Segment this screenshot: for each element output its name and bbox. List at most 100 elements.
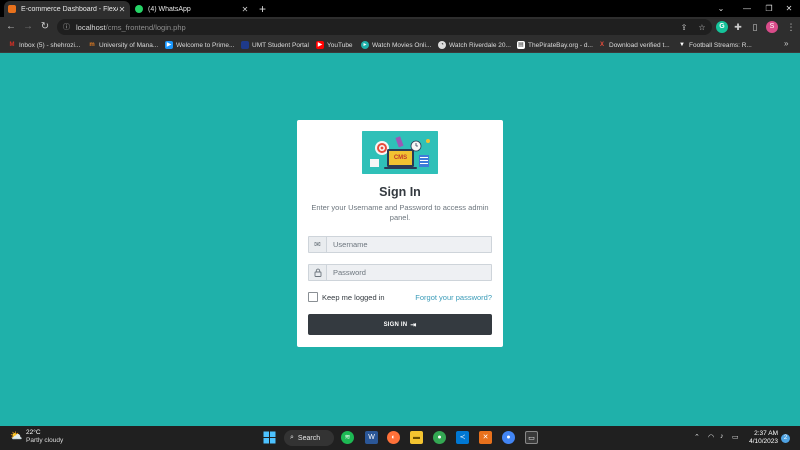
bookmark-university[interactable]: m University of Mana... xyxy=(88,39,158,51)
clock-date: 4/10/2023 xyxy=(749,438,778,445)
bookmark-watch-movies[interactable]: ▸ Watch Movies Onli... xyxy=(361,39,431,51)
whatsapp-icon xyxy=(135,5,143,13)
logo-text: CMS xyxy=(393,155,408,161)
partly-cloudy-icon: ⛅ xyxy=(10,431,23,442)
bookmark-football-streams[interactable]: ▼ Football Streams: R... xyxy=(678,39,752,51)
bookmark-youtube[interactable]: ▶ YouTube xyxy=(316,39,353,51)
forgot-password-link[interactable]: Forgot your password? xyxy=(415,293,492,302)
football-icon: ▼ xyxy=(679,42,685,48)
weather-desc: Partly cloudy xyxy=(26,437,64,444)
bookmark-piratebay[interactable]: ▤ ThePirateBay.org - d... xyxy=(517,39,593,51)
new-tab-button[interactable]: + xyxy=(259,1,266,17)
clock-time: 2:37 AM xyxy=(754,430,778,437)
tab-ecommerce-dashboard[interactable]: E-commerce Dashboard - FlexAd ✕ xyxy=(4,1,130,17)
tab-title: (4) WhatsApp xyxy=(148,5,191,13)
tab-favicon-icon xyxy=(8,5,16,13)
gmail-icon: M xyxy=(9,42,15,48)
remember-me[interactable]: Keep me logged in xyxy=(308,292,385,302)
bookmark-umt[interactable]: UMT Student Portal xyxy=(241,39,309,51)
bookmark-label: Download verified t... xyxy=(609,41,670,49)
riverdale-icon: ◔ xyxy=(438,41,446,49)
tab-title: E-commerce Dashboard - FlexAd xyxy=(21,5,118,13)
forward-arrow-icon[interactable]: → xyxy=(21,20,35,34)
password-field xyxy=(308,264,492,281)
side-panel-icon[interactable]: ▯ xyxy=(748,20,762,34)
weather-widget[interactable]: ⛅ 22°C Partly cloudy xyxy=(10,429,63,445)
download-icon: X xyxy=(599,42,604,48)
chrome-icon[interactable]: ● xyxy=(433,431,446,444)
firefox-icon[interactable]: ◐ xyxy=(387,431,400,444)
search-icon: ⌕ xyxy=(290,434,294,441)
lock-icon xyxy=(309,265,327,280)
browser-tab-strip: E-commerce Dashboard - FlexAd ✕ (4) What… xyxy=(0,0,800,17)
bookmark-gmail[interactable]: M Inbox (5) - shehrozi... xyxy=(8,39,81,51)
reload-icon[interactable]: ↻ xyxy=(38,20,52,34)
tab-close-icon[interactable]: ✕ xyxy=(241,5,249,14)
spotify-icon[interactable]: ≋ xyxy=(341,431,354,444)
bookmark-label: ThePirateBay.org - d... xyxy=(528,41,593,49)
prime-icon: ▶ xyxy=(165,41,173,49)
file-explorer-icon[interactable]: ▬ xyxy=(410,431,423,444)
notification-badge[interactable]: 2 xyxy=(781,434,790,443)
page-title: Sign In xyxy=(379,185,421,199)
vscode-icon[interactable]: ≺ xyxy=(456,431,469,444)
youtube-icon: ▶ xyxy=(316,41,324,49)
bookmark-download-verified[interactable]: X Download verified t... xyxy=(598,39,670,51)
password-input[interactable] xyxy=(327,265,491,280)
umt-icon xyxy=(241,41,249,49)
login-subtitle: Enter your Username and Password to acce… xyxy=(311,203,489,222)
piratebay-icon: ▤ xyxy=(517,41,525,49)
login-card: CMS Sign In Enter your Username and Pass… xyxy=(297,120,503,347)
terminal-icon[interactable]: ▭ xyxy=(525,431,538,444)
chevron-down-icon[interactable]: ⌄ xyxy=(708,0,734,17)
chevron-up-icon[interactable]: ⌃ xyxy=(694,433,700,441)
taskbar-search[interactable]: ⌕ Search xyxy=(284,430,334,446)
sign-in-button[interactable]: SIGN IN ⇥ xyxy=(308,314,492,335)
profile-avatar[interactable]: S xyxy=(766,21,778,33)
battery-icon[interactable]: ▭ xyxy=(732,433,739,441)
bookmark-label: Watch Riverdale 20... xyxy=(449,41,511,49)
windows-start-icon[interactable] xyxy=(263,431,276,444)
bookmark-label: Inbox (5) - shehrozi... xyxy=(19,41,81,49)
tab-close-icon[interactable]: ✕ xyxy=(118,5,126,14)
sign-in-label: SIGN IN xyxy=(383,321,408,328)
envelope-icon: ✉ xyxy=(309,237,327,252)
menu-kebab-icon[interactable]: ⋮ xyxy=(784,20,798,34)
address-bar[interactable]: ⓘ localhost/cms_frontend/login.php ⇪ ☆ xyxy=(57,19,712,35)
sign-in-arrow-icon: ⇥ xyxy=(410,321,417,329)
weather-temp: 22°C xyxy=(26,429,41,436)
chrome-profile-icon[interactable]: ● xyxy=(502,431,515,444)
bookmark-label: YouTube xyxy=(327,41,353,49)
remember-checkbox[interactable] xyxy=(308,292,318,302)
remember-label: Keep me logged in xyxy=(322,292,385,302)
bookmark-label: Football Streams: R... xyxy=(689,41,752,49)
grammarly-extension-icon[interactable]: G xyxy=(716,21,728,33)
username-field: ✉ xyxy=(308,236,492,253)
username-input[interactable] xyxy=(327,237,491,252)
back-arrow-icon[interactable]: ← xyxy=(4,20,18,34)
bookmarks-overflow-icon[interactable]: » xyxy=(784,39,788,48)
bookmark-label: Watch Movies Onli... xyxy=(372,41,432,49)
system-clock[interactable]: 2:37 AM 4/10/2023 xyxy=(748,430,778,446)
url-text: localhost/cms_frontend/login.php xyxy=(76,23,186,32)
bookmark-label: University of Mana... xyxy=(99,41,159,49)
search-label: Search xyxy=(297,434,321,442)
volume-icon[interactable]: ♪ xyxy=(720,433,724,440)
close-window-icon[interactable]: ✕ xyxy=(776,0,800,17)
bookmark-prime[interactable]: ▶ Welcome to Prime... xyxy=(165,39,234,51)
wifi-icon[interactable]: ◠ xyxy=(708,433,714,441)
bookmark-label: Welcome to Prime... xyxy=(176,41,235,49)
share-icon[interactable]: ⇪ xyxy=(679,23,689,33)
bookmarks-bar: M Inbox (5) - shehrozi... m University o… xyxy=(0,37,800,53)
url-host: localhost xyxy=(76,22,106,32)
bookmark-riverdale[interactable]: ◔ Watch Riverdale 20... xyxy=(438,39,511,51)
cms-logo: CMS xyxy=(362,131,438,174)
site-info-icon[interactable]: ⓘ xyxy=(63,22,73,32)
browser-toolbar: ← → ↻ ⓘ localhost/cms_frontend/login.php… xyxy=(0,17,800,37)
word-icon[interactable]: W xyxy=(365,431,378,444)
tab-whatsapp[interactable]: (4) WhatsApp ✕ xyxy=(131,1,253,17)
extensions-puzzle-icon[interactable]: ✚ xyxy=(731,20,745,34)
xampp-icon[interactable]: ✕ xyxy=(479,431,492,444)
bookmark-star-icon[interactable]: ☆ xyxy=(697,23,707,33)
movies-icon: ▸ xyxy=(361,41,369,49)
